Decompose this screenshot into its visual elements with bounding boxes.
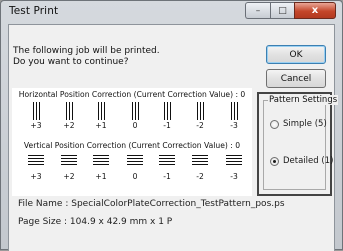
vertical-pattern-bar	[226, 158, 242, 159]
window-controls: – □ x	[245, 2, 336, 19]
vertical-pattern-bar	[192, 164, 208, 165]
vertical-pattern-label: +2	[63, 172, 75, 181]
pattern-settings-group: Pattern Settings Simple (5) Detailed (1)	[263, 95, 339, 190]
dialog-body: The following job will be printed. Do yo…	[8, 24, 339, 251]
vertical-pattern-label: -3	[230, 172, 238, 181]
vertical-pattern-bar	[28, 161, 44, 162]
title-bar[interactable]: Test Print – □ x	[1, 1, 342, 23]
horizontal-pattern-label: +3	[30, 121, 42, 130]
page-size-value: 104.9 x 42.9 mm x 1 P	[69, 217, 173, 227]
file-name-value: SpecialColorPlateCorrection_TestPattern_…	[71, 199, 285, 209]
vertical-pattern-bar	[127, 155, 143, 156]
vertical-pattern-label: -2	[196, 172, 204, 181]
message-line-2: Do you want to continue?	[13, 57, 129, 67]
cancel-button[interactable]: Cancel	[266, 69, 326, 88]
vertical-pattern-bar	[93, 155, 109, 156]
vertical-pattern-bar	[226, 161, 242, 162]
horizontal-pattern-bar	[104, 102, 105, 120]
test-print-dialog: Test Print – □ x The following job will …	[0, 0, 343, 251]
horizontal-pattern-bar	[164, 102, 165, 120]
vertical-pattern-bar	[226, 155, 242, 156]
vertical-pattern-label: -1	[163, 172, 171, 181]
message-line-1: The following job will be printed.	[13, 46, 160, 56]
horizontal-pattern-bar	[135, 102, 136, 120]
vertical-pattern-bar	[28, 164, 44, 165]
horizontal-pattern-bar	[33, 102, 34, 120]
vertical-pattern-label: +1	[95, 172, 107, 181]
vertical-pattern-bar	[28, 158, 44, 159]
pattern-settings-highlight: Pattern Settings Simple (5) Detailed (1)	[257, 92, 339, 196]
vertical-pattern-bar	[192, 158, 208, 159]
horizontal-pattern-bar	[72, 102, 73, 120]
vertical-pattern-bar	[28, 155, 44, 156]
vertical-pattern-bar	[159, 155, 175, 156]
page-size-label: Page Size :	[18, 217, 68, 227]
minimize-icon: –	[255, 5, 261, 16]
horizontal-pattern-bar	[200, 102, 201, 120]
file-name-row: File Name : SpecialColorPlateCorrection_…	[18, 199, 285, 209]
vertical-pattern-bar	[226, 164, 242, 165]
radio-detailed-label: Detailed (1)	[283, 156, 334, 166]
horizontal-pattern-bar	[39, 102, 40, 120]
minimize-button[interactable]: –	[245, 2, 270, 19]
vertical-pattern-bar	[93, 158, 109, 159]
vertical-pattern-label: 0	[132, 172, 138, 181]
vertical-pattern-bar	[93, 164, 109, 165]
vertical-pattern-bar	[127, 161, 143, 162]
horizontal-pattern-bar	[197, 102, 198, 120]
confirmation-message: The following job will be printed. Do yo…	[13, 46, 160, 68]
vertical-pattern-bar	[61, 161, 77, 162]
vertical-pattern-bar	[61, 158, 77, 159]
vertical-pattern-bar	[192, 161, 208, 162]
file-name-label: File Name :	[18, 199, 69, 209]
close-button[interactable]: x	[294, 2, 336, 19]
horizontal-correction-title: Horizontal Position Correction (Current …	[18, 90, 246, 99]
horizontal-pattern-bar	[98, 102, 99, 120]
horizontal-pattern-bar	[170, 102, 171, 120]
horizontal-pattern-bar	[132, 102, 133, 120]
close-icon: x	[311, 5, 319, 16]
vertical-pattern-bar	[159, 158, 175, 159]
horizontal-pattern-bar	[167, 102, 168, 120]
vertical-pattern-label: +3	[30, 172, 42, 181]
vertical-correction-title: Vertical Position Correction (Current Co…	[23, 141, 241, 150]
vertical-pattern-bar	[192, 155, 208, 156]
radio-simple[interactable]: Simple (5)	[270, 119, 327, 129]
vertical-pattern-bar	[159, 164, 175, 165]
horizontal-pattern-bar	[101, 102, 102, 120]
pattern-settings-label: Pattern Settings	[268, 95, 339, 105]
window-title: Test Print	[9, 5, 59, 17]
vertical-pattern-bar	[61, 164, 77, 165]
maximize-button[interactable]: □	[270, 2, 294, 19]
horizontal-pattern-bar	[237, 102, 238, 120]
horizontal-pattern-label: -2	[196, 121, 204, 130]
vertical-pattern-bar	[127, 164, 143, 165]
horizontal-pattern-bar	[66, 102, 67, 120]
horizontal-pattern-bar	[69, 102, 70, 120]
vertical-pattern-bar	[61, 155, 77, 156]
horizontal-pattern-bar	[36, 102, 37, 120]
horizontal-pattern-label: -1	[163, 121, 171, 130]
vertical-pattern-bar	[159, 161, 175, 162]
horizontal-pattern-label: -3	[230, 121, 238, 130]
horizontal-pattern-bar	[234, 102, 235, 120]
radio-simple-indicator[interactable]	[270, 119, 279, 129]
test-pattern-preview: Horizontal Position Correction (Current …	[12, 88, 252, 196]
radio-detailed[interactable]: Detailed (1)	[270, 156, 333, 166]
ok-button[interactable]: OK	[266, 45, 326, 64]
horizontal-pattern-label: +1	[95, 121, 107, 130]
page-size-row: Page Size : 104.9 x 42.9 mm x 1 P	[18, 217, 172, 227]
horizontal-pattern-bar	[203, 102, 204, 120]
radio-detailed-indicator[interactable]	[270, 156, 279, 166]
maximize-icon: □	[278, 5, 287, 16]
horizontal-pattern-label: 0	[132, 121, 138, 130]
vertical-pattern-bar	[127, 158, 143, 159]
horizontal-pattern-bar	[138, 102, 139, 120]
horizontal-pattern-label: +2	[63, 121, 75, 130]
vertical-pattern-bar	[93, 161, 109, 162]
horizontal-pattern-bar	[231, 102, 232, 120]
radio-simple-label: Simple (5)	[283, 119, 327, 129]
